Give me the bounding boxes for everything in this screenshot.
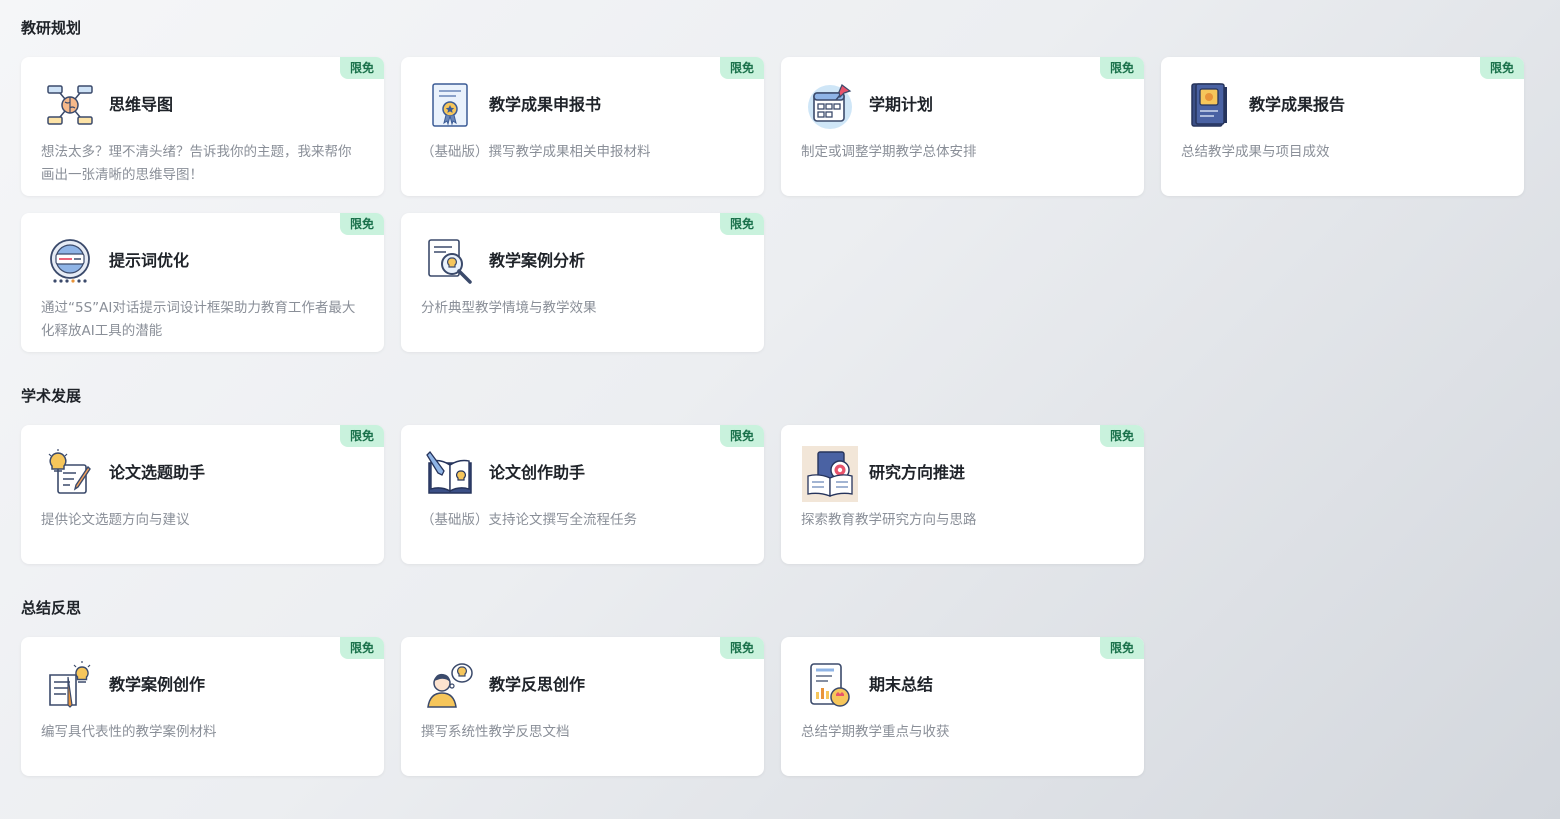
card-title: 教学成果申报书: [489, 95, 602, 114]
free-badge: 限免: [1100, 425, 1144, 447]
card-title: 论文选题助手: [109, 463, 206, 482]
case-analysis-icon: [426, 237, 474, 285]
research-target-icon: [802, 446, 858, 502]
free-badge: 限免: [1100, 57, 1144, 79]
card-desc: 分析典型教学情境与教学效果: [421, 300, 597, 316]
free-badge: 限免: [1480, 57, 1524, 79]
card-reflection-writing[interactable]: 限免 教学反思创作 撰写系统性教学反思文档: [401, 637, 764, 776]
person-think-icon: [426, 661, 474, 709]
card-thesis-writing[interactable]: 限免 论文创作助手 （基础版）支持论文撰写全流程任务: [401, 425, 764, 564]
free-badge: 限免: [340, 57, 384, 79]
card-achievement-application[interactable]: 限免 教学成果申报书 （基础版）撰写教学成果相关申报材料: [401, 57, 764, 196]
free-badge: 限免: [720, 57, 764, 79]
free-badge: 限免: [720, 637, 764, 659]
card-desc: 想法太多？理不清头绪？告诉我你的主题，我来帮你画出一张清晰的思维导图！: [41, 144, 352, 183]
card-case-writing[interactable]: 限免 教学案例创作 编写具代表性的教学案例材料: [21, 637, 384, 776]
card-title: 教学成果报告: [1249, 95, 1346, 114]
free-badge: 限免: [340, 425, 384, 447]
card-title: 教学案例分析: [489, 251, 586, 270]
card-desc: 总结教学成果与项目成效: [1181, 144, 1330, 160]
card-title: 教学反思创作: [489, 675, 586, 694]
section-title-academic-development: 学术发展: [21, 387, 82, 405]
card-title: 论文创作助手: [489, 463, 586, 482]
card-desc: （基础版）支持论文撰写全流程任务: [421, 512, 637, 528]
card-title: 期末总结: [869, 675, 934, 694]
card-semester-plan[interactable]: 限免 学期计划 制定或调整学期教学总体安排: [781, 57, 1144, 196]
card-title: 学期计划: [869, 95, 934, 114]
card-desc: （基础版）撰写教学成果相关申报材料: [421, 144, 651, 160]
card-title: 提示词优化: [109, 251, 190, 270]
card-title: 教学案例创作: [109, 675, 206, 694]
certificate-icon: [426, 81, 474, 129]
card-desc: 撰写系统性教学反思文档: [421, 724, 570, 740]
card-achievement-report[interactable]: 限免 教学成果报告 总结教学成果与项目成效: [1161, 57, 1524, 196]
calendar-icon: [806, 81, 854, 129]
idea-write-icon: [46, 449, 94, 497]
mind-map-icon: [46, 81, 94, 129]
card-title: 思维导图: [109, 95, 174, 114]
card-desc: 提供论文选题方向与建议: [41, 512, 190, 528]
summary-chart-icon: [806, 661, 854, 709]
free-badge: 限免: [1100, 637, 1144, 659]
free-badge: 限免: [340, 637, 384, 659]
card-title: 研究方向推进: [869, 463, 966, 482]
card-case-analysis[interactable]: 限免 教学案例分析 分析典型教学情境与教学效果: [401, 213, 764, 352]
report-book-icon: [1186, 81, 1234, 129]
section-title-teaching-planning: 教研规划: [21, 19, 82, 37]
card-prompt-optimize[interactable]: 限免 提示词优化 通过“5S”AI对话提示词设计框架助力教育工作者最大化释放AI…: [21, 213, 384, 352]
book-pen-icon: [426, 449, 474, 497]
section-title-summary-reflection: 总结反思: [21, 599, 82, 617]
card-thesis-topic[interactable]: 限免 论文选题助手 提供论文选题方向与建议: [21, 425, 384, 564]
prompt-optimize-icon: [46, 237, 94, 285]
card-final-summary[interactable]: 限免 期末总结 总结学期教学重点与收获: [781, 637, 1144, 776]
card-desc: 总结学期教学重点与收获: [801, 724, 950, 740]
document-idea-icon: [46, 661, 94, 709]
card-desc: 编写具代表性的教学案例材料: [41, 724, 217, 740]
card-desc: 制定或调整学期教学总体安排: [801, 144, 977, 160]
free-badge: 限免: [720, 213, 764, 235]
card-research-direction[interactable]: 限免 研究方向推进 探索教育教学研究方向与思路: [781, 425, 1144, 564]
card-mind-map[interactable]: 限免 思维导图 想法太多？理不清头绪？告诉我你的主题，我来帮你画出一张清晰的思维…: [21, 57, 384, 196]
free-badge: 限免: [340, 213, 384, 235]
card-desc: 通过“5S”AI对话提示词设计框架助力教育工作者最大化释放AI工具的潜能: [41, 300, 356, 339]
free-badge: 限免: [720, 425, 764, 447]
card-desc: 探索教育教学研究方向与思路: [801, 512, 977, 528]
